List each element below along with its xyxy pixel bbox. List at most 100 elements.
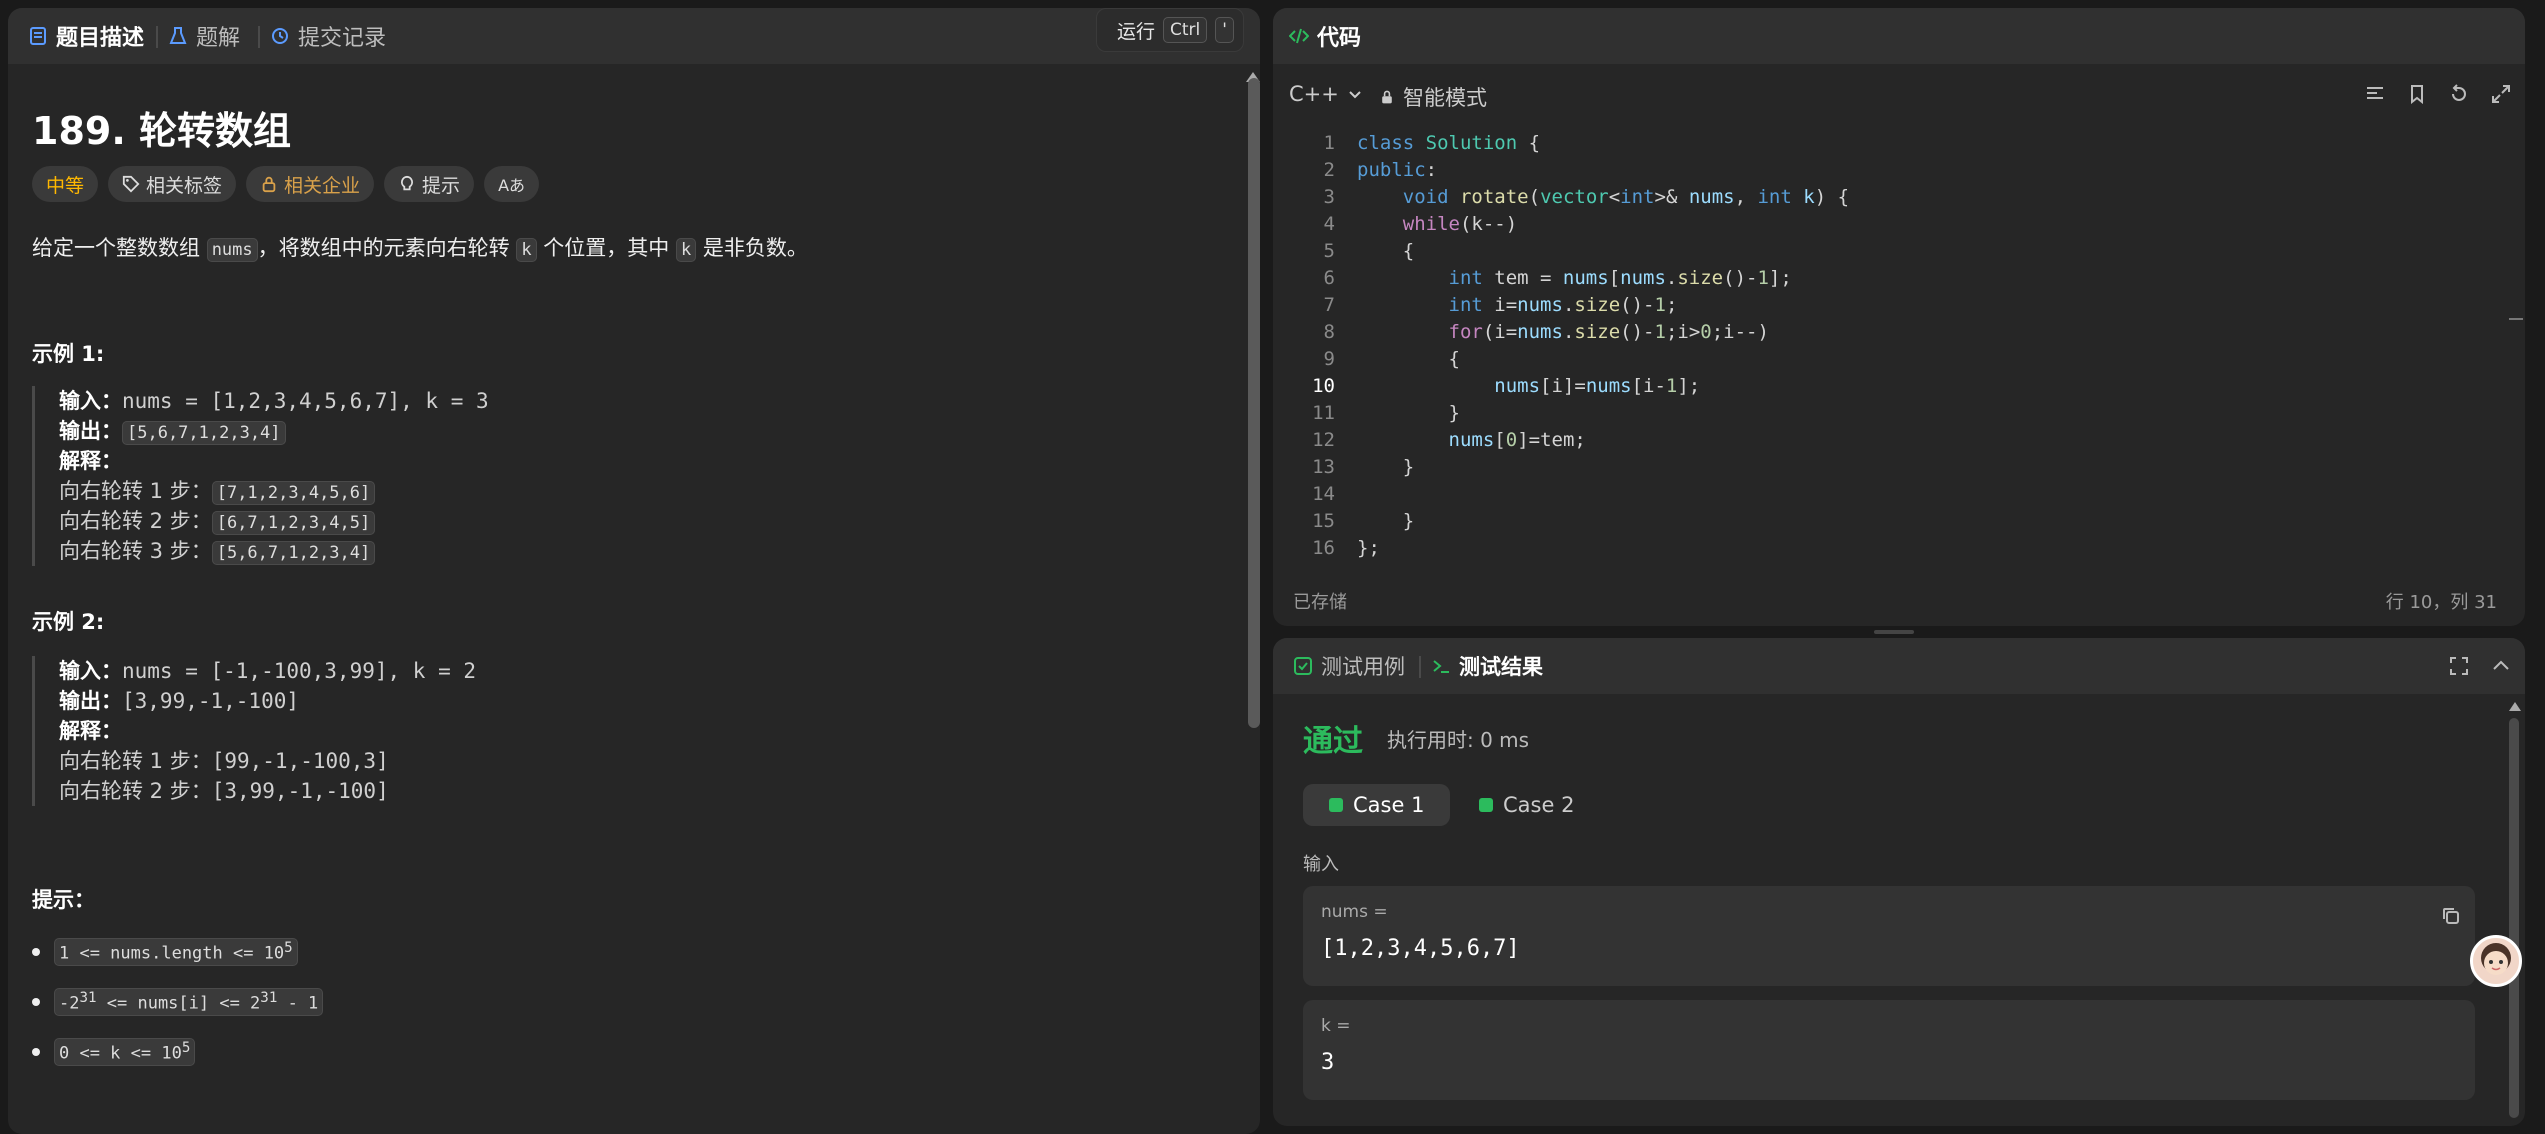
constraint-sup: 5 <box>181 1040 191 1056</box>
constraint-text: -2 <box>59 993 80 1014</box>
constraint-sup: 5 <box>284 940 293 956</box>
constraint-item: 0 <= k <= 105 <box>32 1038 196 1066</box>
input-label: 输入： <box>59 659 122 683</box>
output-label: 输出： <box>59 419 122 443</box>
code-toolbar: C++ 智能模式 <box>1273 74 2525 114</box>
hint-button[interactable]: 提示 <box>384 166 475 202</box>
constraints-title: 提示： <box>32 888 95 912</box>
copy-icon[interactable] <box>2441 906 2461 926</box>
check-icon <box>1329 798 1343 812</box>
constraint-sup: 31 <box>260 990 278 1006</box>
lock-icon <box>262 176 276 193</box>
tag-icon <box>122 175 140 193</box>
code-line: for(i=nums.size()-1;i>0;i--) <box>1448 321 1769 343</box>
case-tab-label: Case 2 <box>1503 793 1575 817</box>
lightbulb-icon <box>401 175 414 191</box>
problem-tabbar: 题目描述 题解 提交记录 运行 Ctrl ' <box>8 8 1260 64</box>
var-value: 3 <box>1321 1050 1335 1075</box>
test-panel: 测试用例 测试结果 通过 执行用时: 0 ms Case 1 Case 2 输入… <box>1273 638 2525 1126</box>
code-line: nums[i]=nums[i-1]; <box>1494 375 1701 397</box>
difficulty-badge: 中等 <box>32 166 99 202</box>
tab-code-label: 代码 <box>1317 26 1362 51</box>
result-status: 通过 <box>1303 724 1363 759</box>
related-companies-button[interactable]: 相关企业 <box>246 166 375 202</box>
example-1-block: 输入：nums = [1,2,3,4,5,6,7], k = 3 输出： [5,6… <box>32 386 489 566</box>
chevron-up-icon[interactable] <box>2491 656 2511 676</box>
flask-icon <box>169 27 187 44</box>
output-label: 输出： <box>59 689 122 713</box>
test-header: 测试用例 测试结果 <box>1273 638 2525 694</box>
tab-testresults[interactable]: 测试结果 <box>1431 652 1543 680</box>
related-companies-label: 相关企业 <box>284 174 361 197</box>
scrollbar-thumb[interactable] <box>1248 78 1260 728</box>
input-var-k: k = 3 <box>1303 1000 2475 1100</box>
tab-code[interactable]: 代码 <box>1289 22 1362 51</box>
assistant-avatar[interactable] <box>2470 935 2522 987</box>
bullet <box>32 947 40 956</box>
line-number: 1 <box>1323 132 1335 154</box>
constraint-text: - 1 <box>277 993 319 1014</box>
step-value: [6,7,1,2,3,4,5] <box>211 511 376 535</box>
step-value: [3,99,-1,-100] <box>211 779 389 803</box>
code-line: } <box>1357 510 1415 532</box>
constraint-item: -231 <= nums[i] <= 231 - 1 <box>32 988 324 1016</box>
language-select[interactable]: C++ <box>1289 82 1363 106</box>
desc-code: k <box>675 238 697 262</box>
problem-chips: 中等 相关标签 相关企业 提示 Aあ <box>32 166 540 202</box>
input-label: 输入： <box>59 389 122 413</box>
example-1-title: 示例 1: <box>32 342 105 366</box>
step-text: 向右轮转 2 步： <box>59 509 212 533</box>
problem-description: 给定一个整数数组 nums ，将数组中的元素向右轮转 k 个位置，其中 k 是非负… <box>32 232 808 262</box>
code-line: { <box>1357 240 1415 262</box>
tab-description[interactable]: 题目描述 <box>28 22 144 51</box>
expand-icon[interactable] <box>2491 84 2511 104</box>
case-tab-2[interactable]: Case 2 <box>1453 784 1600 826</box>
related-tags-button[interactable]: 相关标签 <box>108 166 237 202</box>
shortcut-ctrl: Ctrl <box>1163 17 1208 43</box>
cursor-position: 行 10，列 31 <box>2385 592 2497 613</box>
code-line: int i=nums.size()-1; <box>1448 294 1678 316</box>
scrollbar-thumb[interactable] <box>2509 718 2519 1118</box>
tab-testresults-label: 测试结果 <box>1459 655 1543 679</box>
chevron-down-icon <box>1349 91 1361 99</box>
line-number: 8 <box>1323 321 1335 343</box>
code-editor[interactable]: 1 2 3 4 5 6 7 8 9 10 11 12 13 14 15 16 c… <box>1273 120 2525 570</box>
tab-submissions[interactable]: 提交记录 <box>270 22 386 51</box>
code-line: } <box>1357 456 1415 478</box>
constraint-code: 0 <= k <= 105 <box>54 1038 196 1066</box>
smart-mode-label: 智能模式 <box>1403 86 1487 110</box>
problem-panel: 题目描述 题解 提交记录 运行 Ctrl ' 189. 轮转数组 中等 相关标签… <box>8 8 1260 1134</box>
var-value: [1,2,3,4,5,6,7] <box>1321 936 1520 961</box>
input-value: nums = [1,2,3,4,5,6,7], k = 3 <box>122 389 489 413</box>
tab-testcases[interactable]: 测试用例 <box>1293 652 1405 680</box>
desc-code: k <box>516 238 537 262</box>
reset-icon[interactable] <box>2449 84 2469 104</box>
problem-title: 189. 轮转数组 <box>32 109 291 153</box>
run-button[interactable]: 运行 Ctrl ' <box>1096 8 1244 52</box>
desc-text: 是非负数。 <box>696 236 808 260</box>
tab-solutions[interactable]: 题解 <box>168 22 240 51</box>
smart-mode-toggle[interactable]: 智能模式 <box>1379 82 1487 112</box>
case-tab-1[interactable]: Case 1 <box>1303 784 1451 826</box>
tab-testcases-label: 测试用例 <box>1321 655 1405 679</box>
font-size-button[interactable]: Aあ <box>484 166 540 202</box>
lock-icon <box>1382 90 1392 104</box>
line-number: 5 <box>1323 240 1335 262</box>
format-icon[interactable] <box>2365 84 2385 104</box>
code-line: int tem = nums[nums.size()-1]; <box>1448 267 1792 289</box>
bookmark-icon[interactable] <box>2407 84 2427 104</box>
constraint-text: <= nums[i] <= 2 <box>96 993 261 1014</box>
code-header: 代码 <box>1273 8 2525 64</box>
scroll-up-arrow[interactable] <box>2509 702 2521 711</box>
line-number: 16 <box>1312 537 1335 559</box>
code-panel: 代码 C++ 智能模式 1 2 3 4 5 6 7 8 9 10 11 12 1… <box>1273 8 2525 626</box>
constraint-code: -231 <= nums[i] <= 231 - 1 <box>54 988 324 1016</box>
input-value: nums = [-1,-100,3,99], k = 2 <box>122 659 477 683</box>
minimap-marker <box>2509 318 2523 320</box>
code-line: public: <box>1357 159 1438 181</box>
expand-icon[interactable] <box>2449 656 2469 676</box>
panel-resize-handle[interactable] <box>1874 630 1914 634</box>
code-line: } <box>1357 402 1460 424</box>
line-number: 7 <box>1323 294 1335 316</box>
hint-label: 提示 <box>422 174 461 197</box>
